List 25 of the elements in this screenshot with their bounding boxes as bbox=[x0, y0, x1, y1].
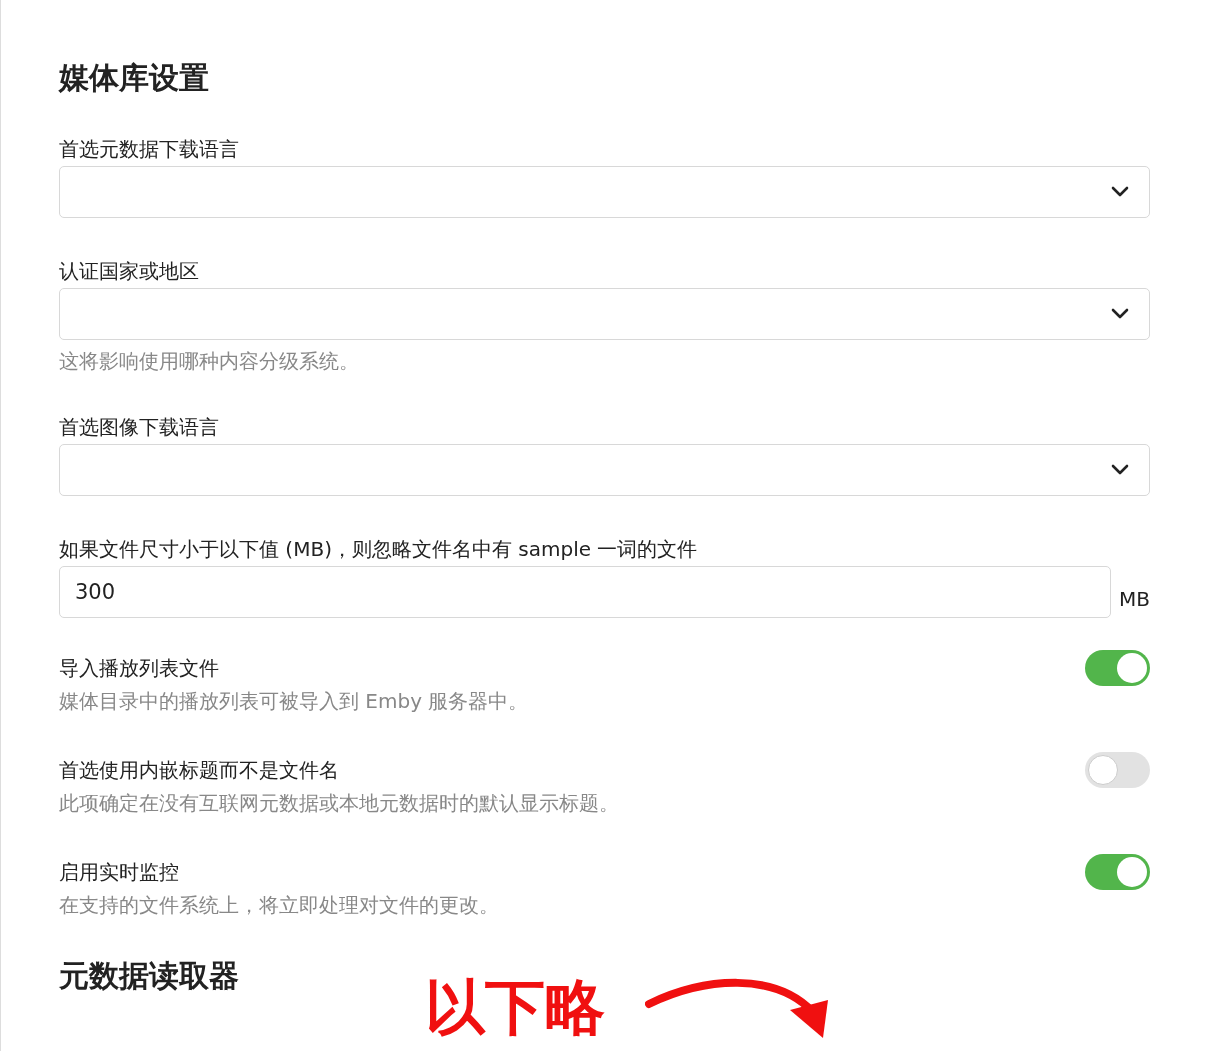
section-heading: 元数据读取器 bbox=[59, 957, 240, 995]
help-text: 媒体目录中的播放列表可被导入到 Emby 服务器中。 bbox=[59, 688, 530, 714]
help-text: 在支持的文件系统上，将立即处理对文件的更改。 bbox=[59, 892, 500, 918]
chevron-down-icon bbox=[1111, 464, 1129, 476]
dropdown-select[interactable] bbox=[59, 288, 1150, 340]
field-label: 如果文件尺寸小于以下值 (MB)，则忽略文件名中有 sample 一词的文件 bbox=[59, 536, 699, 562]
toggle-switch[interactable] bbox=[1085, 650, 1150, 686]
help-text: 这将影响使用哪种内容分级系统。 bbox=[59, 348, 360, 374]
dropdown-select[interactable] bbox=[59, 166, 1150, 218]
field-label: 首选使用内嵌标题而不是文件名 bbox=[59, 757, 339, 783]
number-field[interactable]: 300 bbox=[59, 566, 1111, 618]
field-label: 导入播放列表文件 bbox=[59, 655, 219, 681]
field-label: 认证国家或地区 bbox=[59, 258, 200, 284]
toggle-switch[interactable] bbox=[1085, 854, 1150, 890]
section-heading: 媒体库设置 bbox=[59, 59, 210, 97]
dropdown-select[interactable] bbox=[59, 444, 1150, 496]
unit-label: MB bbox=[1119, 586, 1150, 613]
field-label: 首选图像下载语言 bbox=[59, 414, 220, 440]
annotation-text: 以下略 bbox=[425, 972, 605, 1042]
help-text: 此项确定在没有互联网元数据或本地元数据时的默认显示标题。 bbox=[59, 790, 620, 816]
chevron-down-icon bbox=[1111, 186, 1129, 198]
toggle-switch[interactable] bbox=[1085, 752, 1150, 788]
field-label: 首选元数据下载语言 bbox=[59, 136, 240, 162]
field-label: 启用实时监控 bbox=[59, 859, 179, 885]
chevron-down-icon bbox=[1111, 308, 1129, 320]
